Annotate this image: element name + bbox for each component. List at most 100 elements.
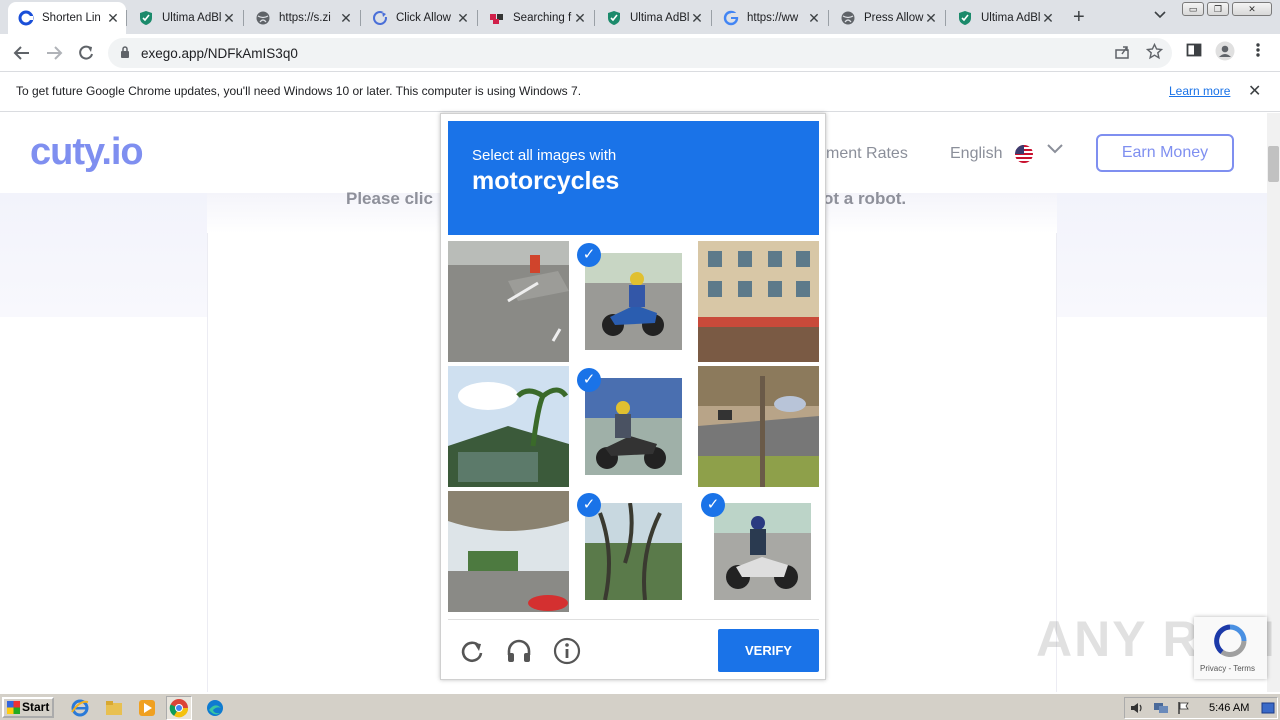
update-infobar: To get future Google Chrome updates, you… <box>0 72 1280 112</box>
tab-title: Press Allow <box>864 12 924 24</box>
tab-title: Ultima AdBl <box>630 12 690 24</box>
tab-click-allow[interactable]: Click Allow ✕ <box>362 2 476 34</box>
robot-text-left: Please clic <box>346 189 433 208</box>
folder-icon[interactable] <box>104 698 124 718</box>
close-tab-icon[interactable]: ✕ <box>339 10 353 27</box>
tab-title: Click Allow <box>396 12 451 24</box>
tab-google[interactable]: https://ww ✕ <box>713 2 827 34</box>
show-desktop-icon[interactable] <box>1261 701 1275 720</box>
site-logo[interactable]: cuty.io <box>30 131 144 174</box>
scrollbar-thumb[interactable] <box>1268 146 1279 182</box>
tile-image <box>448 241 569 362</box>
new-tab-button[interactable]: + <box>1073 6 1085 29</box>
volume-icon[interactable] <box>1129 701 1145 720</box>
selected-check-icon: ✓ <box>577 493 601 517</box>
bookmark-star-icon[interactable] <box>1145 42 1164 64</box>
share-icon[interactable] <box>1114 44 1130 64</box>
close-tab-icon[interactable]: ✕ <box>573 10 587 27</box>
captcha-header: Select all images with motorcycles <box>448 121 819 235</box>
page-scrollbar[interactable] <box>1267 113 1280 692</box>
minimize-button[interactable]: ▭ <box>1182 2 1204 16</box>
google-icon <box>723 10 739 26</box>
selected-check-icon: ✓ <box>577 243 601 267</box>
tab-title: https://ww <box>747 12 799 24</box>
tab-ultima-adblock-2[interactable]: Ultima AdBl ✕ <box>596 2 710 34</box>
captcha-dialog: Select all images with motorcycles ✓ ✓ ✓… <box>440 113 826 680</box>
recaptcha-terms[interactable]: Privacy - Terms <box>1200 664 1255 673</box>
captcha-tile-7[interactable] <box>448 491 569 612</box>
close-tab-icon[interactable]: ✕ <box>106 10 120 27</box>
recaptcha-badge[interactable]: Privacy - Terms <box>1194 617 1267 679</box>
tab-title: Ultima AdBl <box>981 12 1041 24</box>
captcha-tile-4[interactable] <box>448 366 569 487</box>
captcha-tile-3[interactable] <box>698 241 819 362</box>
close-window-button[interactable]: ✕ <box>1232 2 1272 16</box>
verify-button[interactable]: VERIFY <box>718 629 819 672</box>
dots-icon <box>489 10 505 26</box>
action-center-flag-icon[interactable] <box>1177 701 1191 720</box>
selected-check-icon: ✓ <box>701 493 725 517</box>
lock-icon[interactable] <box>120 45 130 59</box>
us-flag-icon[interactable] <box>1015 145 1033 163</box>
tab-ultima-adblock-1[interactable]: Ultima AdBl ✕ <box>128 2 242 34</box>
url-text[interactable]: exego.app/NDFkAmIS3q0 <box>141 46 298 61</box>
close-tab-icon[interactable]: ✕ <box>690 10 704 27</box>
ie-icon[interactable] <box>70 698 90 718</box>
tile-image <box>698 241 819 362</box>
captcha-tile-1[interactable] <box>448 241 569 362</box>
shield-icon <box>606 10 622 26</box>
address-bar[interactable]: exego.app/NDFkAmIS3q0 <box>108 38 1172 68</box>
close-tab-icon[interactable]: ✕ <box>1041 10 1055 27</box>
captcha-divider <box>448 619 819 620</box>
tab-searching[interactable]: Searching f ✕ <box>479 2 593 34</box>
back-icon[interactable] <box>10 41 34 65</box>
earn-money-button[interactable]: Earn Money <box>1096 134 1234 172</box>
tile-image <box>585 253 682 350</box>
shield-icon <box>138 10 154 26</box>
profile-avatar-icon[interactable] <box>1215 41 1235 65</box>
close-infobar-icon[interactable]: ✕ <box>1248 81 1261 101</box>
tile-image <box>448 366 569 487</box>
edge-icon[interactable] <box>205 698 225 718</box>
close-tab-icon[interactable]: ✕ <box>807 10 821 27</box>
forward-icon[interactable] <box>42 41 66 65</box>
robot-text-right: ot a robot. <box>823 189 907 208</box>
learn-more-link[interactable]: Learn more <box>1169 84 1230 98</box>
tab-search-chevron-icon[interactable] <box>1154 8 1166 22</box>
tab-title: Searching f <box>513 12 572 24</box>
chevron-down-icon[interactable] <box>1046 139 1064 160</box>
restore-button[interactable]: ❐ <box>1207 2 1229 16</box>
chrome-taskbar-button[interactable] <box>166 696 192 720</box>
close-tab-icon[interactable]: ✕ <box>222 10 236 27</box>
close-tab-icon[interactable]: ✕ <box>924 10 938 27</box>
tab-ultima-adblock-3[interactable]: Ultima AdBl ✕ <box>947 2 1061 34</box>
start-button[interactable]: Start <box>2 697 54 718</box>
side-panel-icon[interactable] <box>1186 42 1202 62</box>
tile-image <box>448 491 569 612</box>
globe-icon <box>255 10 271 26</box>
tab-press-allow[interactable]: Press Allow ✕ <box>830 2 944 34</box>
info-icon[interactable] <box>552 636 582 666</box>
close-tab-icon[interactable]: ✕ <box>456 10 470 27</box>
tab-strip: Shorten Lin ✕ Ultima AdBl ✕ https://s.zi… <box>0 0 1280 34</box>
taskbar-clock[interactable]: 5:46 AM <box>1209 702 1249 714</box>
nav-payment-rates[interactable]: yment Rates <box>818 145 908 163</box>
tab-shorten-link[interactable]: Shorten Lin ✕ <box>8 2 126 34</box>
cuty-icon <box>18 10 34 26</box>
tile-image <box>698 366 819 487</box>
language-selector[interactable]: English <box>950 145 1002 163</box>
network-icon[interactable] <box>1153 701 1169 720</box>
tab-s-zi[interactable]: https://s.zi ✕ <box>245 2 359 34</box>
refresh-icon <box>372 10 388 26</box>
menu-kebab-icon[interactable] <box>1256 42 1260 62</box>
captcha-tile-6[interactable] <box>698 366 819 487</box>
system-tray <box>1124 697 1278 719</box>
browser-toolbar: exego.app/NDFkAmIS3q0 <box>0 34 1280 72</box>
audio-challenge-icon[interactable] <box>504 636 534 666</box>
shield-icon <box>957 10 973 26</box>
globe-icon <box>840 10 856 26</box>
reload-captcha-icon[interactable] <box>457 636 487 666</box>
taskbar: Start 5:46 AM <box>0 692 1280 720</box>
reload-icon[interactable] <box>74 41 98 65</box>
media-player-icon[interactable] <box>137 698 157 718</box>
